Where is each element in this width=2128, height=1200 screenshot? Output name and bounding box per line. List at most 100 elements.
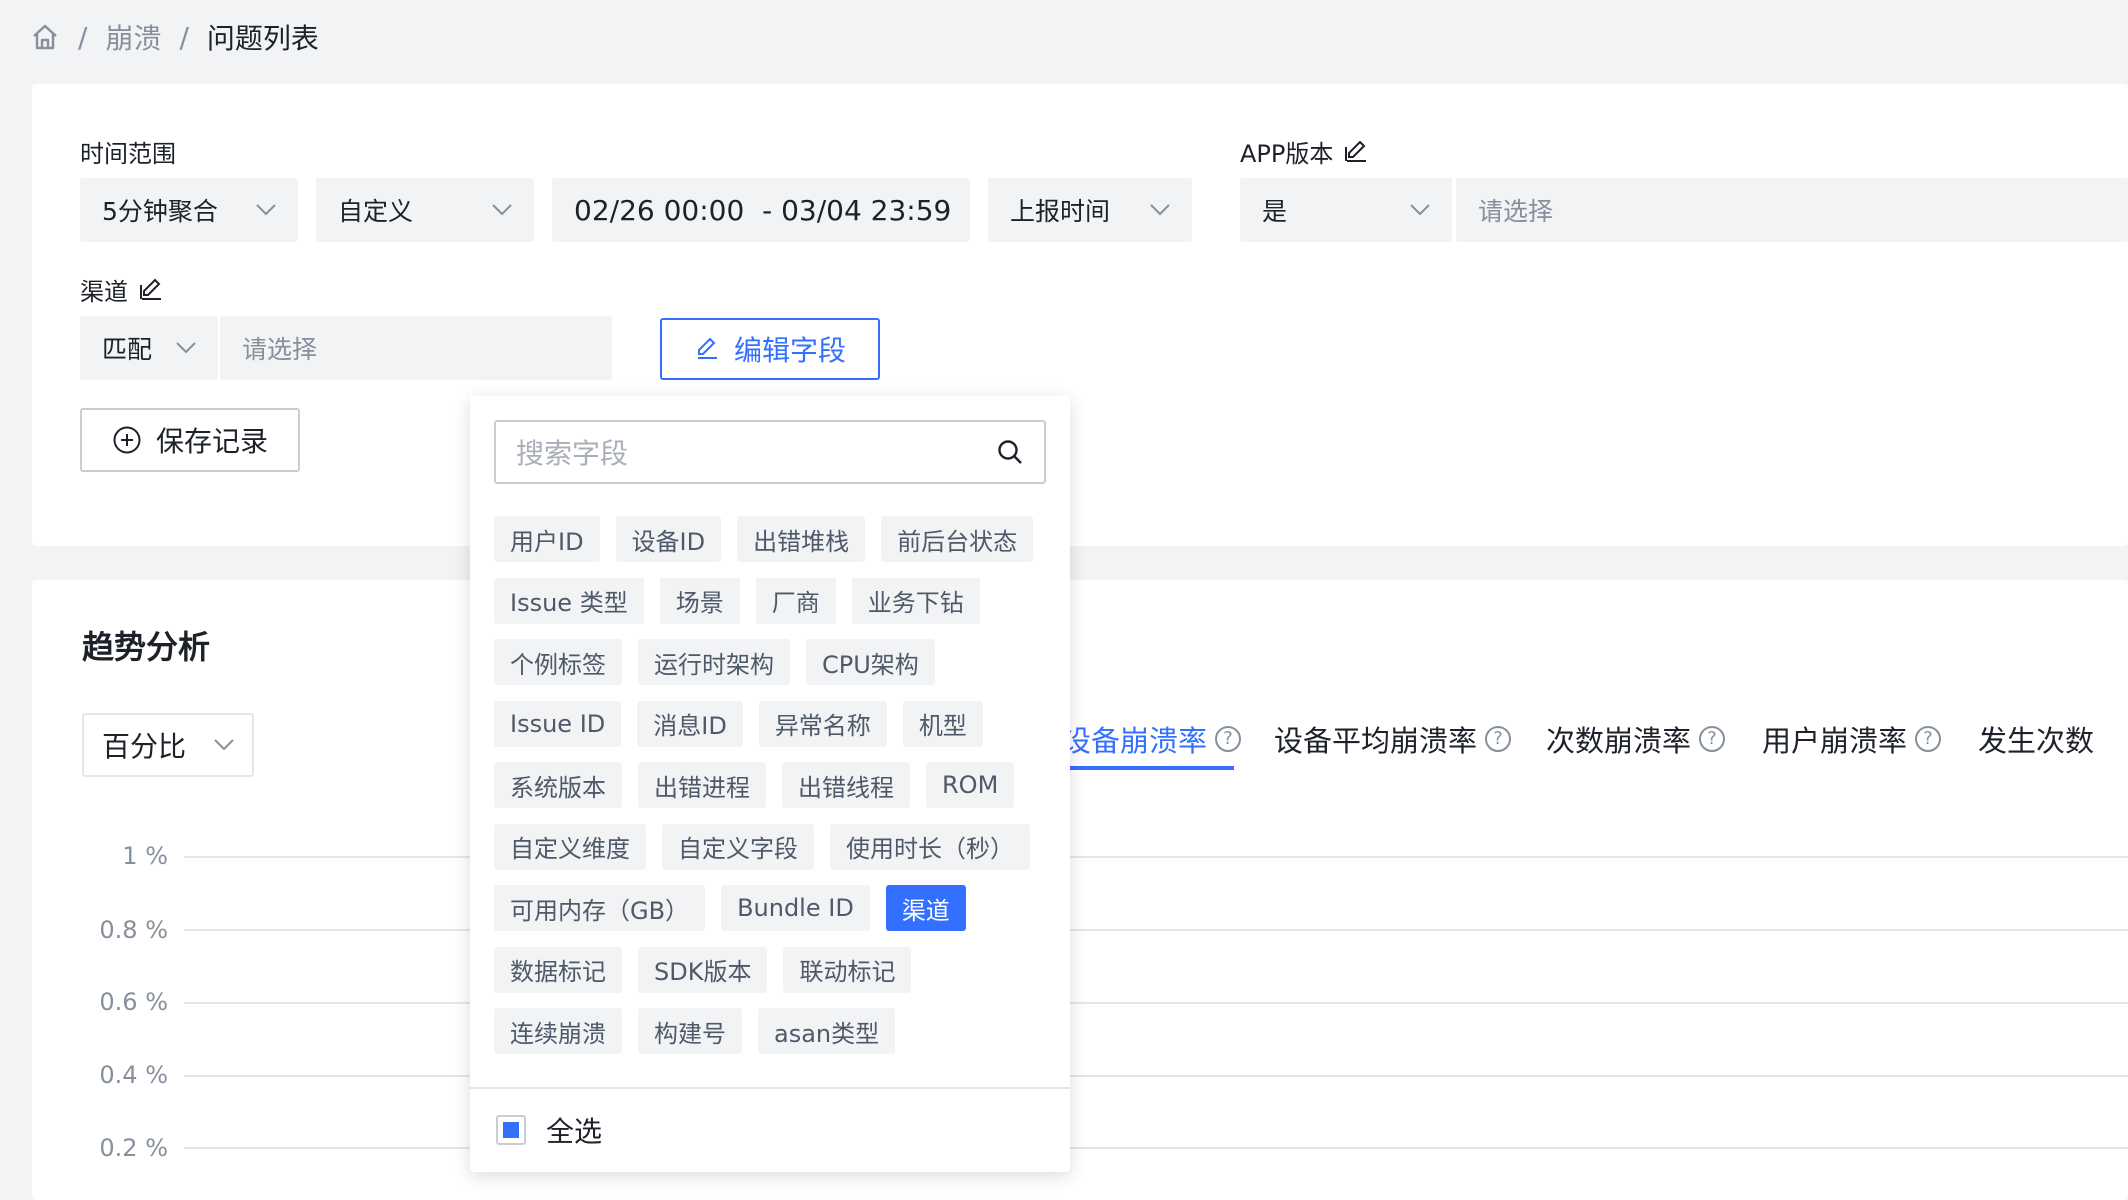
field-tag-row: 自定义维度 自定义字段 使用时长（秒） (494, 823, 1046, 870)
help-icon[interactable]: ? (1215, 726, 1242, 752)
tab-label: 发生次数 (1978, 724, 2095, 758)
trend-card (32, 580, 2128, 1200)
checkbox-indeterminate[interactable] (496, 1115, 526, 1145)
field-tag[interactable]: 构建号 (638, 1008, 742, 1054)
tab-occurrence-count[interactable]: 发生次数 (1978, 718, 2094, 760)
channel-value-select[interactable]: 请选择 (220, 316, 612, 380)
trend-title: 趋势分析 (82, 628, 211, 666)
field-tag[interactable]: 异常名称 (758, 700, 887, 747)
select-all-checkbox[interactable]: 全选 (496, 1110, 602, 1150)
tab-count-crash-rate[interactable]: 次数崩溃率 ? (1546, 718, 1726, 760)
field-tag[interactable]: 出错堆栈 (737, 516, 866, 562)
tab-label: 设备平均崩溃率 (1274, 724, 1478, 758)
tab-label: 设备崩溃率 (1062, 724, 1208, 758)
channel-operator-value: 匹配 (102, 335, 153, 364)
date-range-value: 02/26 00:00 - 03/04 23:59 (574, 193, 952, 227)
save-record-label: 保存记录 (155, 425, 268, 458)
field-tag-row: 系统版本 出错进程 出错线程 ROM (494, 762, 1046, 808)
field-tag[interactable]: 用户ID (494, 516, 600, 562)
tab-user-crash-rate[interactable]: 用户崩溃率 ? (1762, 718, 1942, 760)
field-tag[interactable]: 厂商 (755, 577, 836, 624)
chevron-down-icon (1150, 204, 1170, 216)
breadcrumb: / 崩溃 / 问题列表 (30, 16, 319, 58)
field-tag[interactable]: 系统版本 (494, 762, 622, 808)
edit-icon[interactable] (138, 277, 164, 303)
field-tag[interactable]: 业务下钻 (851, 577, 980, 624)
field-tag[interactable]: 可用内存（GB） (494, 885, 706, 931)
y-tick-label: 0.6 % (99, 988, 168, 1016)
select-all-label: 全选 (546, 1115, 603, 1148)
field-search-input[interactable]: 搜索字段 (494, 420, 1046, 484)
tab-label: 次数崩溃率 (1546, 724, 1692, 758)
time-type-select[interactable]: 上报时间 (988, 178, 1192, 242)
app-version-placeholder: 请选择 (1478, 197, 1554, 226)
channel-operator-select[interactable]: 匹配 (80, 316, 218, 380)
field-tag[interactable]: 运行时架构 (638, 639, 790, 685)
active-tab-indicator (1060, 766, 1234, 770)
panel-divider (470, 1087, 1070, 1089)
field-tag[interactable]: 出错线程 (782, 762, 910, 808)
field-tag[interactable]: 自定义维度 (494, 823, 646, 870)
field-tag-list: 用户ID 设备ID 出错堆栈 前后台状态 Issue 类型 场景 厂商 业务下钻… (494, 516, 1046, 1070)
help-icon[interactable]: ? (1915, 726, 1942, 752)
edit-icon[interactable] (1343, 139, 1369, 165)
date-range-picker[interactable]: 02/26 00:00 - 03/04 23:59 (552, 178, 970, 242)
save-record-button[interactable]: 保存记录 (80, 408, 300, 472)
field-tag[interactable]: asan类型 (758, 1008, 896, 1054)
field-tag[interactable]: Issue ID (494, 700, 622, 747)
field-tag-row: Issue ID 消息ID 异常名称 机型 (494, 700, 1046, 747)
field-tag[interactable]: Issue 类型 (494, 577, 644, 624)
field-tag-row: Issue 类型 场景 厂商 业务下钻 (494, 577, 1046, 624)
field-tag-row: 个例标签 运行时架构 CPU架构 (494, 639, 1046, 685)
edit-fields-button[interactable]: 编辑字段 (660, 318, 880, 380)
field-tag[interactable]: Bundle ID (721, 885, 870, 931)
pencil-icon (697, 337, 717, 359)
breadcrumb-separator: / (179, 20, 189, 54)
aggregation-select[interactable]: 5分钟聚合 (80, 178, 298, 242)
field-tag[interactable]: ROM (926, 762, 1015, 808)
field-tag[interactable]: 联动标记 (783, 946, 912, 993)
channel-placeholder: 请选择 (242, 335, 318, 364)
field-tag[interactable]: 个例标签 (494, 639, 622, 685)
time-mode-select[interactable]: 自定义 (316, 178, 534, 242)
field-tag[interactable]: 连续崩溃 (494, 1008, 622, 1054)
display-mode-select[interactable]: 百分比 (82, 713, 254, 777)
app-version-operator-value: 是 (1262, 197, 1288, 226)
app-version-operator-select[interactable]: 是 (1240, 178, 1452, 242)
display-mode-value: 百分比 (102, 730, 187, 763)
field-tag[interactable]: 前后台状态 (881, 516, 1034, 562)
field-tag[interactable]: 使用时长（秒） (830, 823, 1030, 870)
field-tag[interactable]: 场景 (659, 577, 740, 624)
app-version-label: APP版本 (1240, 134, 1369, 169)
chevron-down-icon (176, 342, 196, 354)
search-icon[interactable] (996, 438, 1024, 466)
tab-label: 用户崩溃率 (1762, 724, 1908, 758)
field-tag-row: 数据标记 SDK版本 联动标记 (494, 946, 1046, 993)
help-icon[interactable]: ? (1699, 726, 1726, 752)
y-tick-label: 0.8 % (99, 916, 168, 944)
tab-device-crash-rate[interactable]: 设备崩溃率 ? (1062, 718, 1242, 760)
edit-fields-label: 编辑字段 (733, 334, 846, 367)
breadcrumb-crash[interactable]: 崩溃 (105, 17, 161, 57)
field-tag[interactable]: 设备ID (615, 516, 722, 562)
time-range-label: 时间范围 (80, 140, 176, 168)
app-version-value-select[interactable]: 请选择 (1454, 178, 2128, 242)
field-tag-row: 可用内存（GB） Bundle ID 渠道 (494, 885, 1046, 931)
tab-device-average-crash-rate[interactable]: 设备平均崩溃率 ? (1274, 718, 1512, 760)
field-tag[interactable]: 自定义字段 (662, 823, 814, 870)
field-tag[interactable]: 机型 (902, 700, 983, 747)
y-tick-label: 0.4 % (99, 1061, 168, 1089)
field-tag[interactable]: 出错进程 (638, 762, 766, 808)
field-tag[interactable]: SDK版本 (638, 946, 768, 993)
help-icon[interactable]: ? (1485, 726, 1512, 752)
chevron-down-icon (214, 739, 234, 751)
field-tag[interactable]: 数据标记 (494, 946, 622, 993)
chevron-down-icon (1410, 204, 1430, 216)
field-tag[interactable]: CPU架构 (806, 639, 935, 685)
field-tag-selected[interactable]: 渠道 (885, 885, 966, 931)
field-tag[interactable]: 消息ID (637, 700, 743, 747)
field-tag-row: 连续崩溃 构建号 asan类型 (494, 1008, 1046, 1054)
field-tag-row: 用户ID 设备ID 出错堆栈 前后台状态 (494, 516, 1046, 562)
chevron-down-icon (256, 204, 276, 216)
home-icon[interactable] (30, 22, 60, 52)
